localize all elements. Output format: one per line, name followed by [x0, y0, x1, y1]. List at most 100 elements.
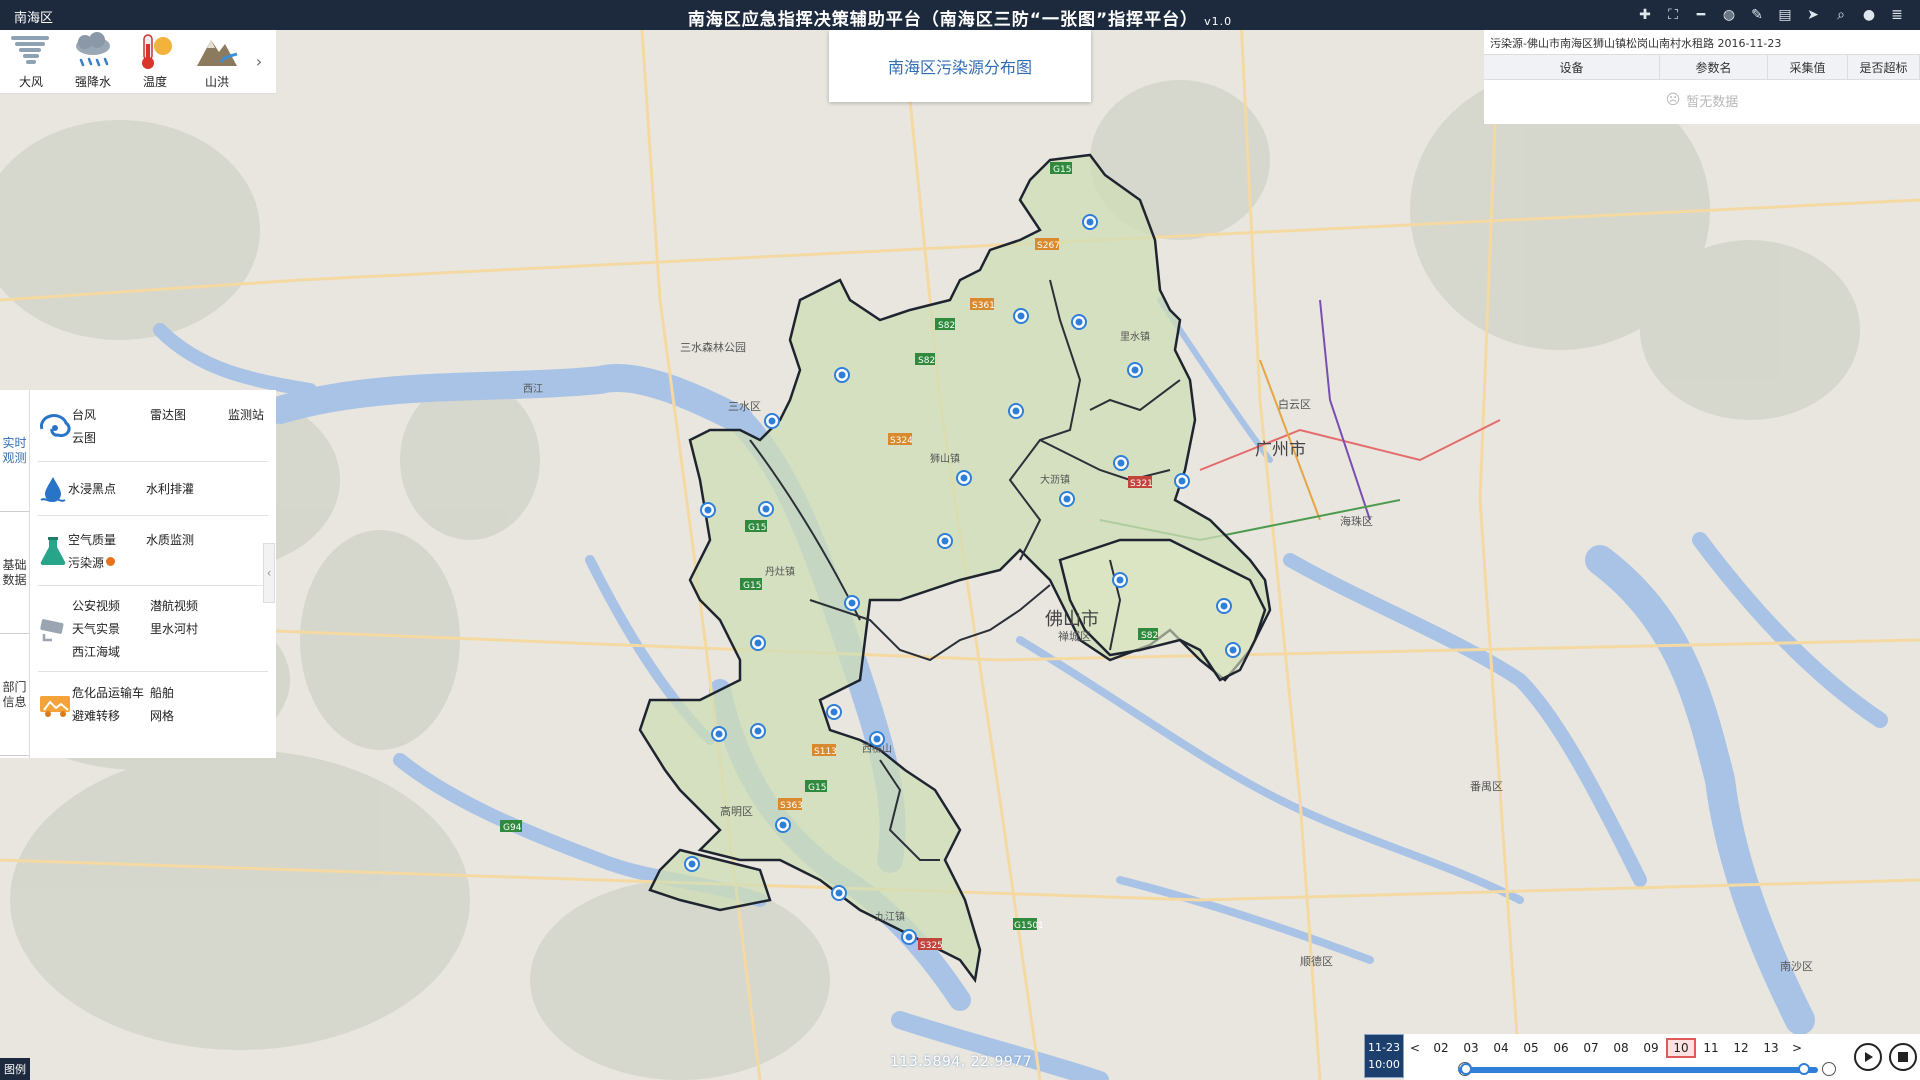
stop-button[interactable] [1888, 1043, 1917, 1071]
menu-xijiang-waters[interactable]: 西江海域 [72, 643, 150, 660]
menu-waterlogging[interactable]: 水浸黑点 [68, 480, 146, 497]
menu-station[interactable]: 监测站 [228, 406, 306, 423]
pollution-marker[interactable] [1113, 455, 1129, 471]
collapse-panel-button[interactable]: ‹ [263, 543, 275, 603]
pollution-marker[interactable] [750, 723, 766, 739]
menu-hazmat-vehicle[interactable]: 危化品运输车 [72, 684, 150, 701]
timeline-slider[interactable] [1458, 1063, 1818, 1075]
pollution-marker[interactable] [711, 726, 727, 742]
timeline-hour[interactable]: 08 [1606, 1038, 1636, 1058]
menu-police-video[interactable]: 公安视频 [72, 597, 150, 614]
pollution-marker[interactable] [1112, 572, 1128, 588]
timeline-prev-button[interactable]: < [1404, 1041, 1426, 1055]
col-parameter[interactable]: 参数名 [1660, 55, 1768, 79]
globe-icon[interactable]: ◍ [1718, 4, 1740, 26]
weather-rain[interactable]: 强降水 [62, 30, 124, 94]
tab-realtime[interactable]: 实时观测 [0, 390, 29, 512]
water-drop-icon[interactable]: ● [1858, 4, 1880, 26]
timeline-hour[interactable]: 13 [1756, 1038, 1786, 1058]
menu-typhoon[interactable]: 台风 [72, 406, 150, 423]
timeline-hour[interactable]: 02 [1426, 1038, 1456, 1058]
menu-lishui-river[interactable]: 里水河村 [150, 620, 228, 637]
pollution-marker[interactable] [750, 635, 766, 651]
weather-temperature[interactable]: 温度 [124, 30, 186, 94]
timeline-hour[interactable]: 05 [1516, 1038, 1546, 1058]
menu-irrigation[interactable]: 水利排灌 [146, 480, 224, 497]
legend-button[interactable]: 图例 [0, 1058, 30, 1080]
pollution-marker[interactable] [937, 533, 953, 549]
timeline-hour[interactable]: 09 [1636, 1038, 1666, 1058]
tab-department-info[interactable]: 部门信息 [0, 634, 29, 756]
pollution-marker[interactable] [1082, 214, 1098, 230]
svg-text:S321: S321 [1130, 479, 1153, 489]
pollution-marker[interactable] [1071, 314, 1087, 330]
search-icon[interactable]: ⌕ [1830, 4, 1852, 26]
timeline-current: 11-23 10:00 [1364, 1034, 1404, 1078]
menu-weather-live[interactable]: 天气实景 [72, 620, 150, 637]
menu-ships[interactable]: 船舶 [150, 684, 228, 701]
timeline-hour[interactable]: 06 [1546, 1038, 1576, 1058]
timeline-slider-end-handle[interactable] [1798, 1063, 1810, 1075]
weather-more-button[interactable]: › [248, 30, 270, 93]
pollution-marker[interactable] [1059, 491, 1075, 507]
timeline-hour[interactable]: 12 [1726, 1038, 1756, 1058]
menu-radar[interactable]: 雷达图 [150, 406, 228, 423]
menu-evacuation[interactable]: 避难转移 [72, 707, 150, 724]
fullscreen-icon[interactable]: ⛶ [1662, 4, 1684, 26]
typhoon-icon [40, 413, 71, 437]
minus-icon[interactable]: ━ [1690, 4, 1712, 26]
pollution-marker[interactable] [956, 470, 972, 486]
pollution-marker[interactable] [1013, 308, 1029, 324]
pollution-marker[interactable] [684, 856, 700, 872]
weather-wind[interactable]: 大风 [0, 30, 62, 94]
mountain-flood-icon [197, 40, 238, 66]
plus-icon[interactable]: ✚ [1634, 4, 1656, 26]
pollution-marker[interactable] [775, 817, 791, 833]
pollution-marker[interactable] [834, 367, 850, 383]
timeline-hour[interactable]: 11 [1696, 1038, 1726, 1058]
timeline-hour[interactable]: 10 [1666, 1038, 1696, 1058]
pollution-marker[interactable] [826, 704, 842, 720]
svg-text:番禺区: 番禺区 [1470, 780, 1503, 793]
menu-pollution-source[interactable]: 污染源 [68, 554, 146, 571]
pollution-marker[interactable] [1225, 642, 1241, 658]
app-version: v1.0 [1204, 15, 1233, 28]
pollution-marker[interactable] [831, 885, 847, 901]
timeline-hour[interactable]: 04 [1486, 1038, 1516, 1058]
weather-mountain-flood-label: 山洪 [204, 75, 229, 89]
tab-basic-data[interactable]: 基础数据 [0, 512, 29, 634]
menu-cloud[interactable]: 云图 [72, 429, 150, 446]
col-device[interactable]: 设备 [1484, 55, 1660, 79]
tab-department-info-label: 部门信息 [2, 679, 27, 709]
menu-navigation-video[interactable]: 潜航视频 [150, 597, 228, 614]
database-icon[interactable]: ≣ [1886, 4, 1908, 26]
weather-mountain-flood[interactable]: 山洪 [186, 30, 248, 94]
pollution-marker[interactable] [1127, 362, 1143, 378]
pollution-marker[interactable] [901, 929, 917, 945]
timeline-next-button[interactable]: > [1786, 1041, 1808, 1055]
pollution-marker[interactable] [1216, 598, 1232, 614]
pollution-marker[interactable] [1008, 403, 1024, 419]
svg-text:白云区: 白云区 [1278, 397, 1311, 411]
pollution-marker[interactable] [869, 731, 885, 747]
menu-water-quality[interactable]: 水质监测 [146, 531, 224, 548]
timeline-slider-start-handle[interactable] [1460, 1063, 1472, 1075]
document-icon[interactable]: ▤ [1774, 4, 1796, 26]
svg-text:G94: G94 [503, 823, 522, 833]
play-button[interactable] [1853, 1043, 1882, 1071]
pollution-marker[interactable] [764, 413, 780, 429]
menu-air-quality[interactable]: 空气质量 [68, 531, 146, 548]
pollution-marker[interactable] [758, 501, 774, 517]
tab-basic-data-label: 基础数据 [2, 557, 27, 587]
timeline-hour[interactable]: 03 [1456, 1038, 1486, 1058]
pollution-marker[interactable] [700, 502, 716, 518]
timeline-hour[interactable]: 07 [1576, 1038, 1606, 1058]
col-value[interactable]: 采集值 [1768, 55, 1848, 79]
svg-text:S363: S363 [780, 801, 803, 811]
menu-grid[interactable]: 网格 [150, 707, 228, 724]
send-icon[interactable]: ➤ [1802, 4, 1824, 26]
col-exceed[interactable]: 是否超标 [1848, 55, 1920, 79]
pollution-marker[interactable] [844, 595, 860, 611]
pollution-marker[interactable] [1174, 473, 1190, 489]
edit-icon[interactable]: ✎ [1746, 4, 1768, 26]
